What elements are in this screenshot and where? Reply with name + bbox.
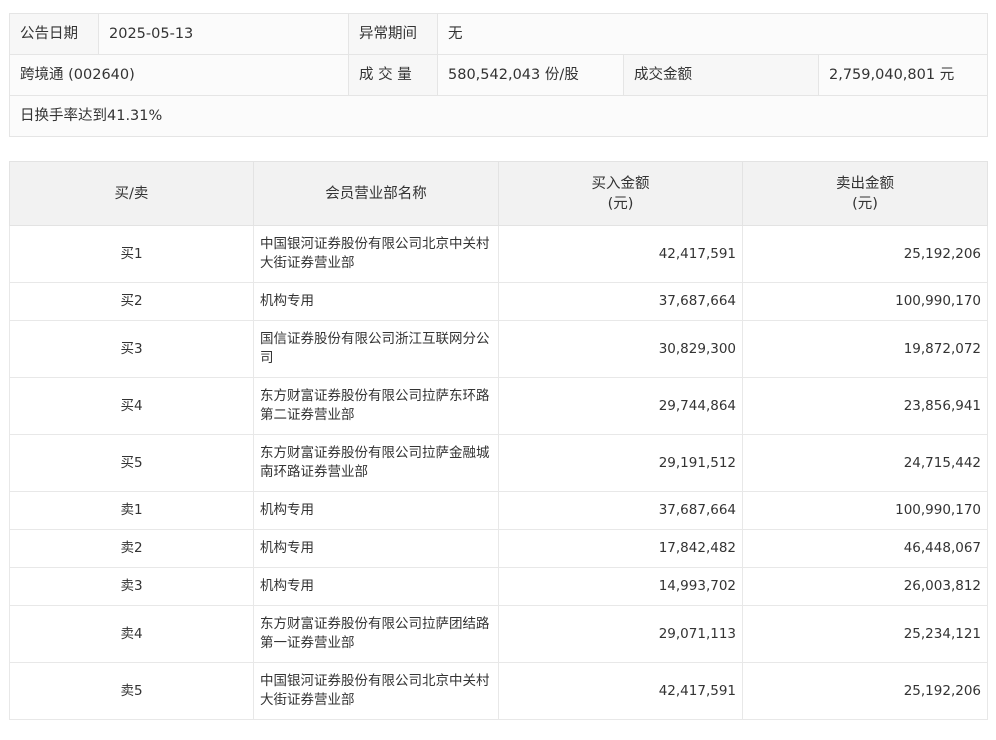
branch-cell: 机构专用 xyxy=(253,567,499,606)
buy-amount-cell: 42,417,591 xyxy=(498,225,743,283)
branch-cell: 国信证券股份有限公司浙江互联网分公司 xyxy=(253,320,499,378)
sell-amount-cell: 100,990,170 xyxy=(742,491,988,530)
abnormal-period-value: 无 xyxy=(436,13,989,55)
branch-column-header: 会员营业部名称 xyxy=(253,161,499,226)
sell-amount-cell: 25,234,121 xyxy=(742,605,988,663)
trading-branches-table: 买/卖 会员营业部名称 买入金额 (元) 卖出金额 (元) 买1 中国银河证券股… xyxy=(9,161,988,720)
volume-value: 580,542,043 份/股 xyxy=(437,54,624,96)
sell-amount-cell: 26,003,812 xyxy=(742,567,988,606)
buy-amount-cell: 29,071,113 xyxy=(498,605,743,663)
sell-amount-header-unit: (元) xyxy=(852,195,878,212)
table-row: 卖5 中国银河证券股份有限公司北京中关村大街证券营业部 42,417,591 2… xyxy=(9,662,988,720)
side-cell: 卖5 xyxy=(9,662,254,720)
side-cell: 买1 xyxy=(9,225,254,283)
branch-cell: 东方财富证券股份有限公司拉萨东环路第二证券营业部 xyxy=(253,377,499,435)
stock-name: 跨境通 (002640) xyxy=(9,54,349,96)
branch-cell: 机构专用 xyxy=(253,491,499,530)
buy-amount-cell: 42,417,591 xyxy=(498,662,743,720)
table-row: 买2 机构专用 37,687,664 100,990,170 xyxy=(9,282,988,321)
side-column-header: 买/卖 xyxy=(9,161,254,226)
table-row: 卖1 机构专用 37,687,664 100,990,170 xyxy=(9,491,988,530)
info-row-reason: 日换手率达到41.31% xyxy=(8,95,989,137)
side-cell: 买4 xyxy=(9,377,254,435)
buy-amount-cell: 29,744,864 xyxy=(498,377,743,435)
table-row: 买5 东方财富证券股份有限公司拉萨金融城南环路证券营业部 29,191,512 … xyxy=(9,434,988,492)
branch-cell: 机构专用 xyxy=(253,529,499,568)
branch-cell: 中国银河证券股份有限公司北京中关村大街证券营业部 xyxy=(253,662,499,720)
sell-amount-cell: 24,715,442 xyxy=(742,434,988,492)
announce-date-label: 公告日期 xyxy=(9,13,99,55)
buy-amount-header-title: 买入金额 xyxy=(591,175,650,192)
sell-amount-cell: 46,448,067 xyxy=(742,529,988,568)
buy-amount-cell: 37,687,664 xyxy=(498,491,743,530)
buy-amount-cell: 29,191,512 xyxy=(498,434,743,492)
buy-amount-header-unit: (元) xyxy=(607,195,634,212)
info-row-stock: 跨境通 (002640) 成 交 量 580,542,043 份/股 成交金额 … xyxy=(9,54,989,96)
buy-amount-column-header: 买入金额 (元) xyxy=(498,161,743,226)
side-cell: 买3 xyxy=(9,320,254,378)
buy-amount-cell: 37,687,664 xyxy=(498,282,743,321)
sell-amount-header-title: 卖出金额 xyxy=(836,175,894,192)
side-cell: 卖2 xyxy=(9,529,254,568)
listing-reason: 日换手率达到41.31% xyxy=(8,95,989,137)
side-cell: 卖3 xyxy=(9,567,254,606)
side-cell: 买5 xyxy=(9,434,254,492)
abnormal-period-label: 异常期间 xyxy=(348,13,438,55)
sell-amount-column-header: 卖出金额 (元) xyxy=(742,161,988,226)
sell-amount-cell: 25,192,206 xyxy=(742,225,988,283)
branch-cell: 东方财富证券股份有限公司拉萨团结路第一证券营业部 xyxy=(253,605,499,663)
table-row: 卖3 机构专用 14,993,702 26,003,812 xyxy=(9,567,988,606)
turnover-value: 2,759,040,801 元 xyxy=(817,54,989,96)
buy-amount-cell: 17,842,482 xyxy=(498,529,743,568)
table-row: 卖2 机构专用 17,842,482 46,448,067 xyxy=(9,529,988,568)
announcement-info-table: 公告日期 2025-05-13 异常期间 无 跨境通 (002640) 成 交 … xyxy=(8,13,989,137)
table-header-row: 买/卖 会员营业部名称 买入金额 (元) 卖出金额 (元) xyxy=(9,161,988,226)
sell-amount-cell: 100,990,170 xyxy=(742,282,988,321)
volume-label: 成 交 量 xyxy=(348,54,438,96)
sell-amount-cell: 23,856,941 xyxy=(742,377,988,435)
branch-cell: 中国银河证券股份有限公司北京中关村大街证券营业部 xyxy=(253,225,499,283)
sell-amount-cell: 25,192,206 xyxy=(742,662,988,720)
table-row: 买4 东方财富证券股份有限公司拉萨东环路第二证券营业部 29,744,864 2… xyxy=(9,377,988,435)
buy-amount-cell: 30,829,300 xyxy=(498,320,743,378)
buy-amount-cell: 14,993,702 xyxy=(498,567,743,606)
turnover-label: 成交金额 xyxy=(623,54,819,96)
sell-amount-cell: 19,872,072 xyxy=(742,320,988,378)
branch-cell: 东方财富证券股份有限公司拉萨金融城南环路证券营业部 xyxy=(253,434,499,492)
side-cell: 买2 xyxy=(9,282,254,321)
side-cell: 卖4 xyxy=(9,605,254,663)
info-row-date: 公告日期 2025-05-13 异常期间 无 xyxy=(9,13,989,55)
branch-cell: 机构专用 xyxy=(253,282,499,321)
table-row: 买1 中国银河证券股份有限公司北京中关村大街证券营业部 42,417,591 2… xyxy=(9,225,988,283)
table-row: 卖4 东方财富证券股份有限公司拉萨团结路第一证券营业部 29,071,113 2… xyxy=(9,605,988,663)
table-row: 买3 国信证券股份有限公司浙江互联网分公司 30,829,300 19,872,… xyxy=(9,320,988,378)
announce-date-value: 2025-05-13 xyxy=(98,13,349,55)
side-cell: 卖1 xyxy=(9,491,254,530)
